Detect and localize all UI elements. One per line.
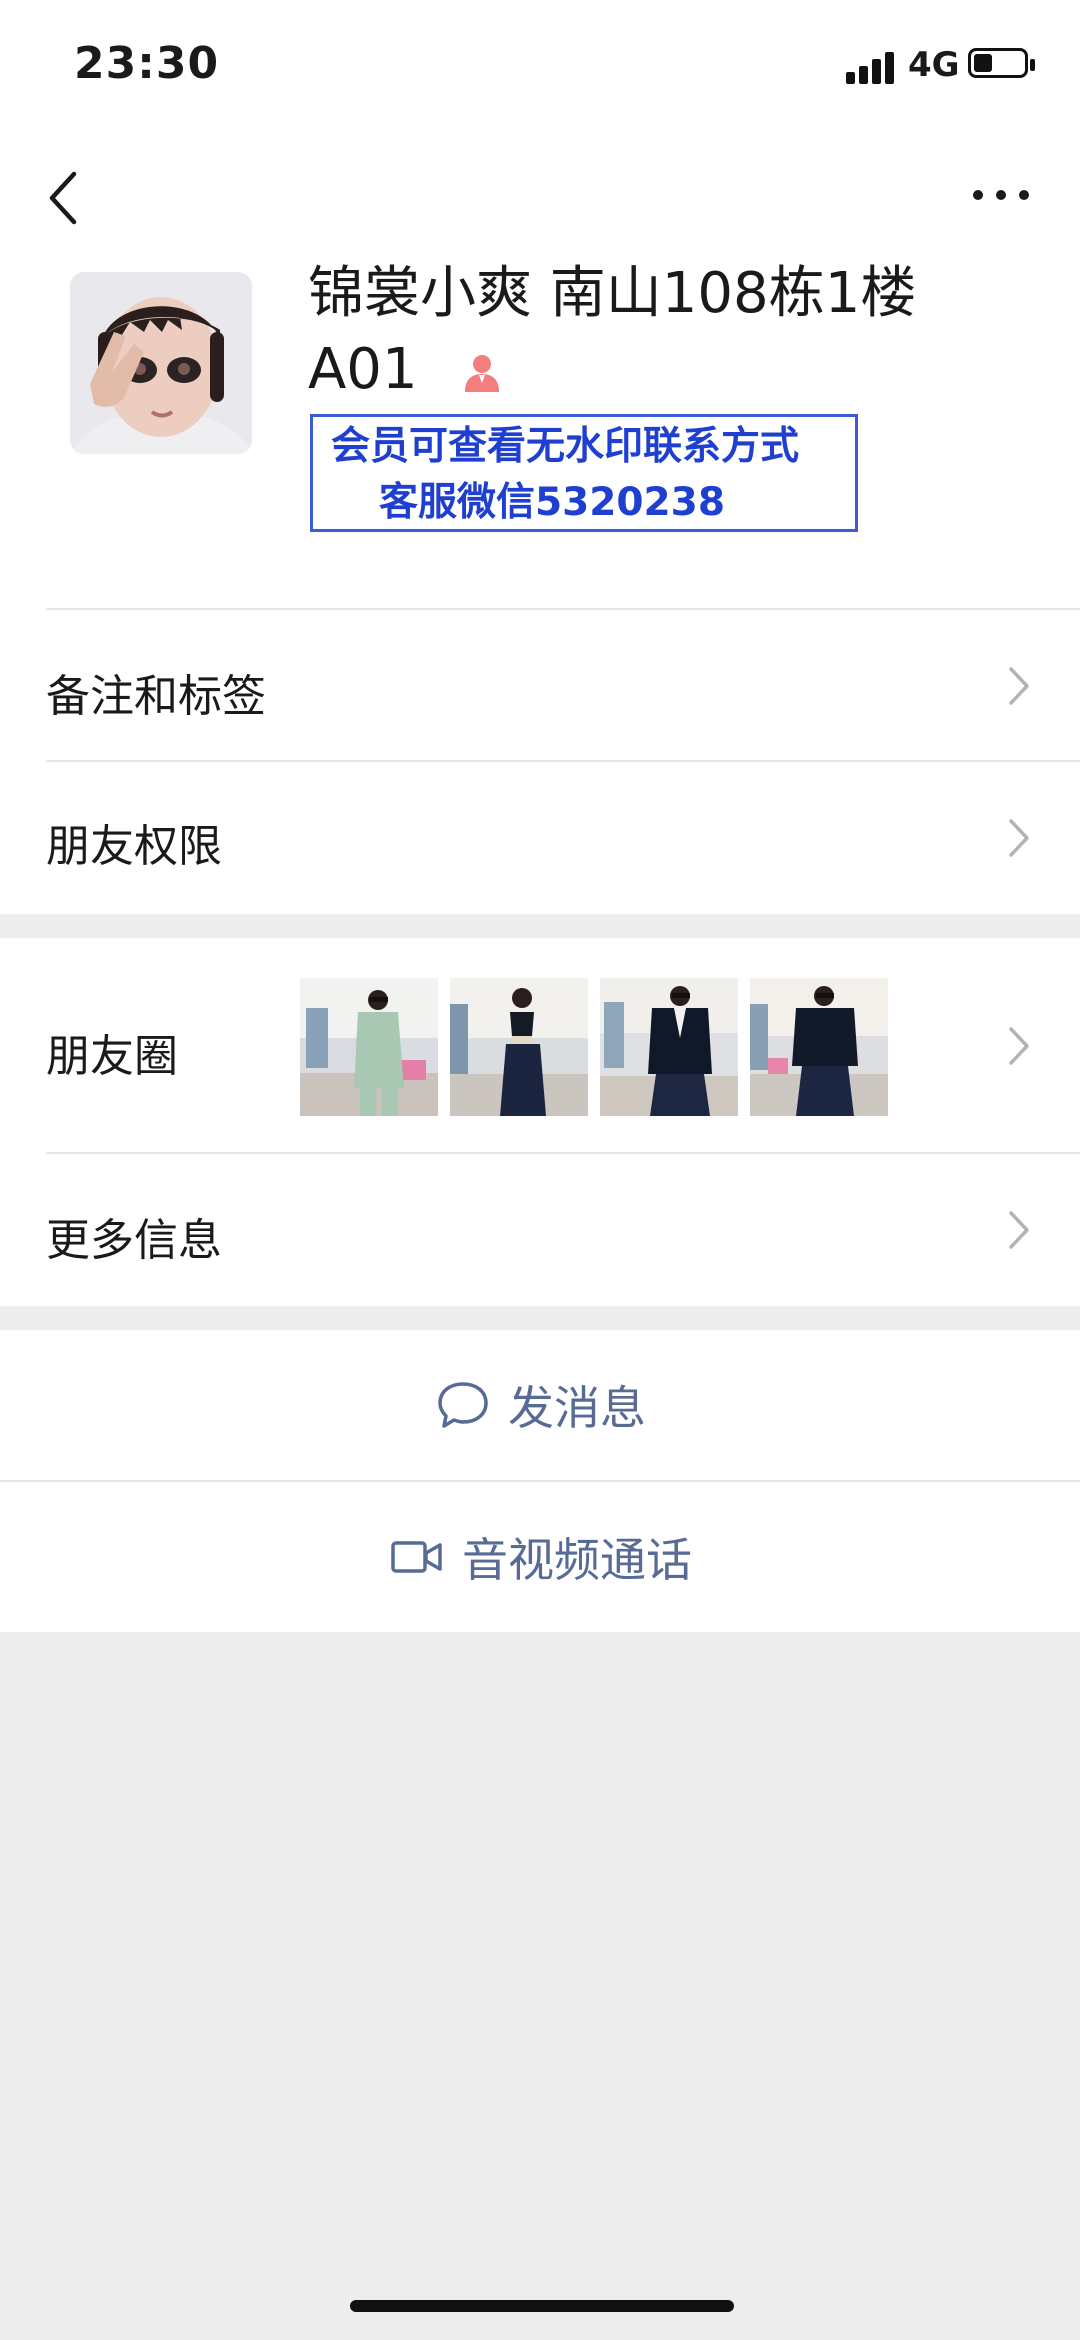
battery-icon [968,48,1035,78]
status-time: 23:30 [74,38,220,89]
moments-photo [450,978,588,1116]
row-remarks-tags-label: 备注和标签 [46,671,266,722]
video-call-content: 音视频通话 [390,1482,692,1632]
video-call-label: 音视频通话 [462,1533,692,1587]
row-friend-permissions-label: 朋友权限 [46,821,222,872]
video-camera-icon [391,1541,442,1573]
chevron-right-icon [1009,667,1029,705]
send-message-button[interactable]: 发消息 [0,1330,1080,1482]
watermark-line2: 客服微信5320238 [379,480,725,525]
watermark-line1: 会员可查看无水印联系方式 [331,424,800,469]
contact-name-line1: 锦裳小爽 南山108栋1楼 [308,261,917,326]
row-remarks-tags[interactable]: 备注和标签 [0,610,1080,762]
row-moments[interactable]: 朋友圈 [0,938,1080,1154]
row-more-info-label: 更多信息 [46,1215,222,1266]
contact-name: 锦裳小爽 南山108栋1楼 A01 [308,256,1008,408]
chat-bubble-icon [438,1382,488,1428]
row-moments-label: 朋友圈 [46,1031,178,1082]
contact-name-line2: A01 [308,337,418,402]
female-user-icon [464,354,499,392]
send-message-content: 发消息 [436,1330,646,1480]
more-icon[interactable] [966,180,1036,210]
video-call-button[interactable]: 音视频通话 [0,1482,1080,1632]
avatar[interactable] [70,272,252,454]
moments-photo [300,978,438,1116]
signal-icon [846,48,898,84]
chevron-right-icon [1009,1027,1029,1065]
chevron-right-icon [1009,1211,1029,1249]
network-label: 4G [908,45,960,85]
status-bar: 23:30 4G [0,0,1080,130]
row-more-info[interactable]: 更多信息 [0,1154,1080,1306]
chevron-right-icon [1009,819,1029,857]
row-friend-permissions[interactable]: 朋友权限 [0,762,1080,914]
home-indicator[interactable] [350,2300,734,2312]
moments-photo [750,978,888,1116]
nav-bar [0,130,1080,250]
moments-photo [600,978,738,1116]
send-message-label: 发消息 [508,1381,646,1435]
watermark-box: 会员可查看无水印联系方式 客服微信5320238 [310,414,858,532]
back-icon[interactable] [46,170,82,226]
profile-header: 锦裳小爽 南山108栋1楼 A01 会员可查看无水印联系方式 客服微信53202… [0,250,1080,610]
